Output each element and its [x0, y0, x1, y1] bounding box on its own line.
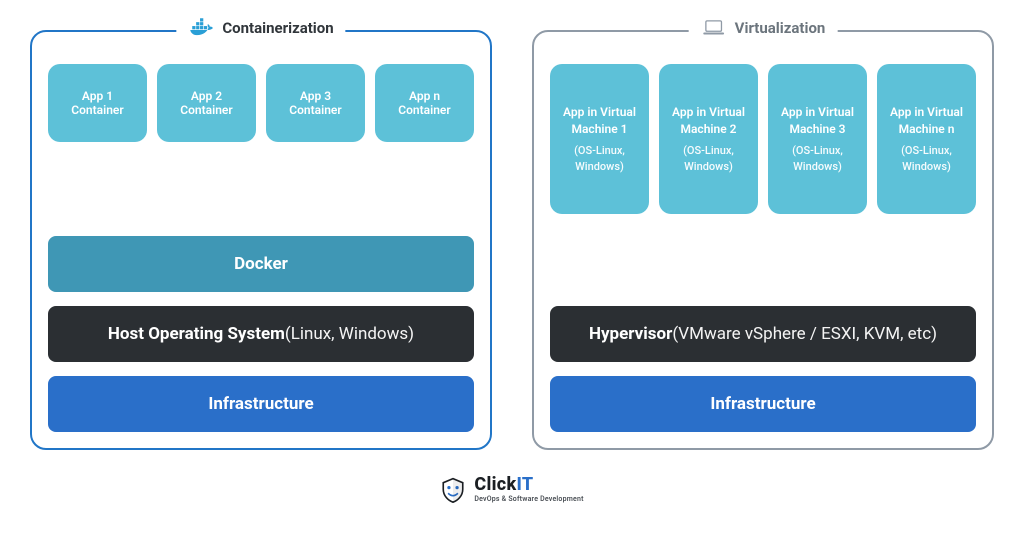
diagram-columns: Containerization App 1 Container App 2 C… [30, 30, 994, 450]
vm-2: App in Virtual Machine 2 (OS-Linux, Wind… [659, 64, 758, 214]
app-container-3: App 3 Container [266, 64, 365, 142]
brand-part-b: IT [516, 474, 533, 495]
app-label: Container [398, 103, 450, 117]
container-app-row: App 1 Container App 2 Container App 3 Co… [48, 64, 474, 142]
app-label: Container [289, 103, 341, 117]
clickit-shield-icon [440, 477, 466, 503]
host-os-light: (Linux, Windows) [285, 324, 414, 344]
vm-n: App in Virtual Machine n (OS-Linux, Wind… [877, 64, 976, 214]
infrastructure-layer-right: Infrastructure [550, 376, 976, 432]
docker-layer: Docker [48, 236, 474, 292]
host-os-layer: Host Operating System (Linux, Windows) [48, 306, 474, 362]
vm-app-row: App in Virtual Machine 1 (OS-Linux, Wind… [550, 64, 976, 214]
brand-tagline: DevOps & Software Development [474, 496, 583, 503]
hypervisor-bold: Hypervisor [589, 324, 672, 344]
app-label: App 2 [191, 89, 222, 103]
docker-icon [188, 18, 214, 38]
footer-brand: ClickIT DevOps & Software Development [30, 476, 994, 503]
app-label: App 3 [300, 89, 331, 103]
vm-3: App in Virtual Machine 3 (OS-Linux, Wind… [768, 64, 867, 214]
app-label: Container [71, 103, 123, 117]
vm-sub: (OS-Linux, Windows) [774, 143, 861, 174]
vm-label: App in Virtual Machine 3 [774, 104, 861, 138]
containerization-title-text: Containerization [222, 19, 333, 37]
app-container-2: App 2 Container [157, 64, 256, 142]
app-label: App 1 [82, 89, 113, 103]
vm-label: App in Virtual Machine 1 [556, 104, 643, 138]
app-container-n: App n Container [375, 64, 474, 142]
host-os-bold: Host Operating System [108, 324, 285, 344]
containerization-title: Containerization [176, 18, 345, 38]
hypervisor-layer: Hypervisor (VMware vSphere / ESXI, KVM, … [550, 306, 976, 362]
hypervisor-light: (VMware vSphere / ESXI, KVM, etc) [672, 324, 937, 344]
brand-part-a: Click [474, 474, 516, 495]
infra-label: Infrastructure [710, 394, 815, 414]
vm-sub: (OS-Linux, Windows) [556, 143, 643, 174]
infrastructure-layer-left: Infrastructure [48, 376, 474, 432]
brand-name: ClickIT [474, 476, 583, 494]
virtualization-title: Virtualization [689, 18, 838, 38]
vm-sub: (OS-Linux, Windows) [665, 143, 752, 174]
footer-text: ClickIT DevOps & Software Development [474, 476, 583, 503]
vm-sub: (OS-Linux, Windows) [883, 143, 970, 174]
virtualization-panel: Virtualization App in Virtual Machine 1 … [532, 30, 994, 450]
virtualization-title-text: Virtualization [735, 19, 826, 37]
laptop-icon [701, 18, 727, 38]
infra-label: Infrastructure [208, 394, 313, 414]
vm-label: App in Virtual Machine n [883, 104, 970, 138]
vm-1: App in Virtual Machine 1 (OS-Linux, Wind… [550, 64, 649, 214]
app-container-1: App 1 Container [48, 64, 147, 142]
app-label: Container [180, 103, 232, 117]
containerization-panel: Containerization App 1 Container App 2 C… [30, 30, 492, 450]
docker-label: Docker [234, 254, 288, 274]
app-label: App n [409, 89, 440, 103]
vm-label: App in Virtual Machine 2 [665, 104, 752, 138]
